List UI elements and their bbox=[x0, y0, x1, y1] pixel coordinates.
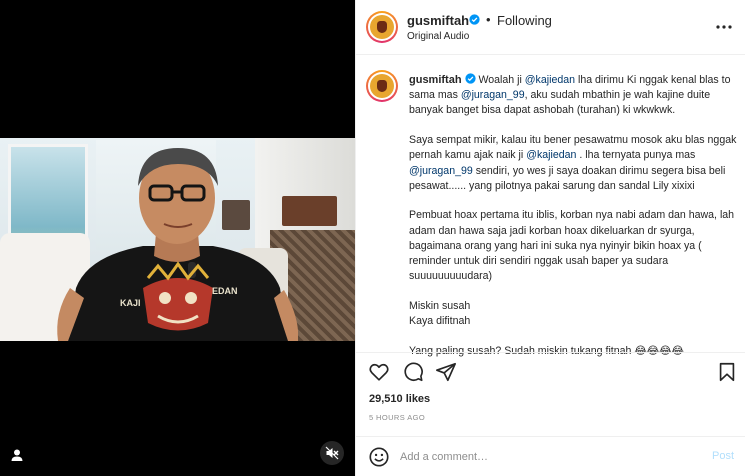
post-side-panel: gusmiftah • Following Original Audio gus… bbox=[355, 0, 745, 476]
more-icon[interactable] bbox=[714, 19, 734, 35]
caption-paragraph-4: Miskin susah Kaya difitnah bbox=[409, 299, 471, 328]
comment-icon[interactable] bbox=[402, 361, 424, 383]
post-timestamp[interactable]: 5 HOURS AGO bbox=[369, 413, 425, 422]
shirt-text-right: EDAN bbox=[212, 286, 238, 296]
user-tag-icon[interactable] bbox=[10, 448, 24, 462]
caption-section: gusmiftah Woalah ji @kajiedan lha dirimu… bbox=[356, 56, 745, 357]
post-media[interactable]: KAJI EDAN bbox=[0, 0, 355, 476]
mention-link[interactable]: @kajiedan bbox=[525, 74, 575, 86]
mention-link[interactable]: @kajiedan bbox=[526, 149, 576, 161]
caption-avatar[interactable] bbox=[366, 70, 398, 102]
action-bar bbox=[356, 352, 745, 392]
mention-link[interactable]: @juragan_99 bbox=[461, 89, 525, 101]
author-avatar[interactable] bbox=[366, 11, 398, 43]
caption-paragraph-3: Pembuat hoax pertama itu iblis, korban n… bbox=[409, 209, 735, 283]
comment-bar: Post bbox=[356, 436, 745, 476]
comment-input[interactable] bbox=[400, 448, 700, 466]
video-frame[interactable]: KAJI EDAN bbox=[0, 138, 355, 341]
bookmark-icon[interactable] bbox=[716, 361, 738, 383]
verified-icon bbox=[464, 73, 476, 84]
instagram-post: KAJI EDAN gusmiftah • Following Original… bbox=[0, 0, 745, 476]
caption-paragraph-1: gusmiftah Woalah ji @kajiedan lha dirimu… bbox=[409, 73, 731, 117]
caption-username[interactable]: gusmiftah bbox=[409, 74, 462, 86]
author-username[interactable]: gusmiftah bbox=[407, 13, 469, 28]
likes-count[interactable]: 29,510 likes bbox=[369, 393, 430, 405]
share-icon[interactable] bbox=[435, 361, 457, 383]
following-button[interactable]: Following bbox=[497, 13, 552, 28]
post-header: gusmiftah • Following Original Audio bbox=[356, 0, 745, 55]
mute-icon bbox=[325, 446, 339, 460]
verified-icon bbox=[469, 14, 480, 25]
heart-icon[interactable] bbox=[368, 361, 390, 383]
post-comment-button[interactable]: Post bbox=[712, 450, 734, 462]
video-person: KAJI EDAN bbox=[57, 148, 298, 341]
original-audio-link[interactable]: Original Audio bbox=[407, 31, 469, 42]
mute-button[interactable] bbox=[320, 441, 344, 465]
caption-text: gusmiftah Woalah ji @kajiedan lha dirimu… bbox=[409, 73, 739, 374]
caption-paragraph-2: Saya sempat mikir, kalau itu bener pesaw… bbox=[409, 134, 737, 192]
emoji-icon[interactable] bbox=[368, 446, 390, 468]
mention-link[interactable]: @juragan_99 bbox=[409, 165, 473, 177]
header-separator: • bbox=[486, 12, 491, 27]
shirt-text-left: KAJI bbox=[120, 298, 141, 308]
